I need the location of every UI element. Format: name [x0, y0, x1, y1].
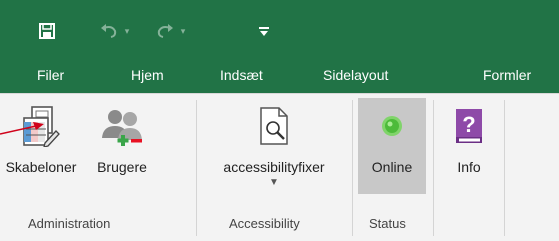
accessibilityfixer-label: accessibilityfixer	[223, 159, 325, 175]
tab-indsaet[interactable]: Indsæt	[220, 60, 263, 93]
status-online-icon	[380, 98, 404, 154]
tab-filer[interactable]: Filer	[37, 60, 64, 93]
online-label: Online	[371, 159, 413, 175]
redo-icon[interactable]	[154, 20, 176, 42]
online-button[interactable]: Online	[358, 98, 426, 194]
save-icon[interactable]	[36, 20, 58, 42]
group-separator	[352, 100, 353, 236]
magnifier-document-icon	[257, 98, 291, 154]
accessibilityfixer-dropdown-icon[interactable]: ▼	[269, 177, 279, 188]
group-status-label: Status	[369, 216, 406, 231]
pointer-arrow	[0, 122, 44, 135]
customize-quick-access-icon[interactable]	[256, 20, 272, 42]
group-separator	[433, 100, 434, 236]
help-book-icon: ?	[454, 98, 484, 154]
redo-dropdown-icon[interactable]: ▾	[177, 20, 189, 42]
users-icon	[100, 98, 144, 154]
tab-sidelayout[interactable]: Sidelayout	[323, 60, 388, 93]
info-label: Info	[457, 159, 481, 175]
undo-icon[interactable]	[98, 20, 120, 42]
tab-formler[interactable]: Formler	[483, 60, 531, 93]
ribbon-tabs: Filer Hjem Indsæt Sidelayout Formler	[0, 60, 559, 93]
tab-hjem[interactable]: Hjem	[131, 60, 164, 93]
info-button[interactable]: ? Info	[440, 98, 498, 194]
svg-text:?: ?	[462, 112, 475, 137]
accessibilityfixer-button[interactable]: accessibilityfixer ▼	[200, 98, 348, 194]
group-administration-label: Administration	[28, 216, 111, 231]
group-separator	[196, 100, 197, 236]
group-accessibility-label: Accessibility	[229, 216, 300, 231]
title-bar: ▾ ▾	[0, 0, 559, 60]
undo-dropdown-icon[interactable]: ▾	[121, 20, 133, 42]
users-button[interactable]: Brugere	[82, 98, 162, 194]
templates-label: Skabeloner	[5, 159, 77, 175]
users-label: Brugere	[97, 159, 147, 175]
ribbon: Skabeloner Brugere Administration access…	[0, 93, 559, 241]
group-separator	[504, 100, 505, 236]
